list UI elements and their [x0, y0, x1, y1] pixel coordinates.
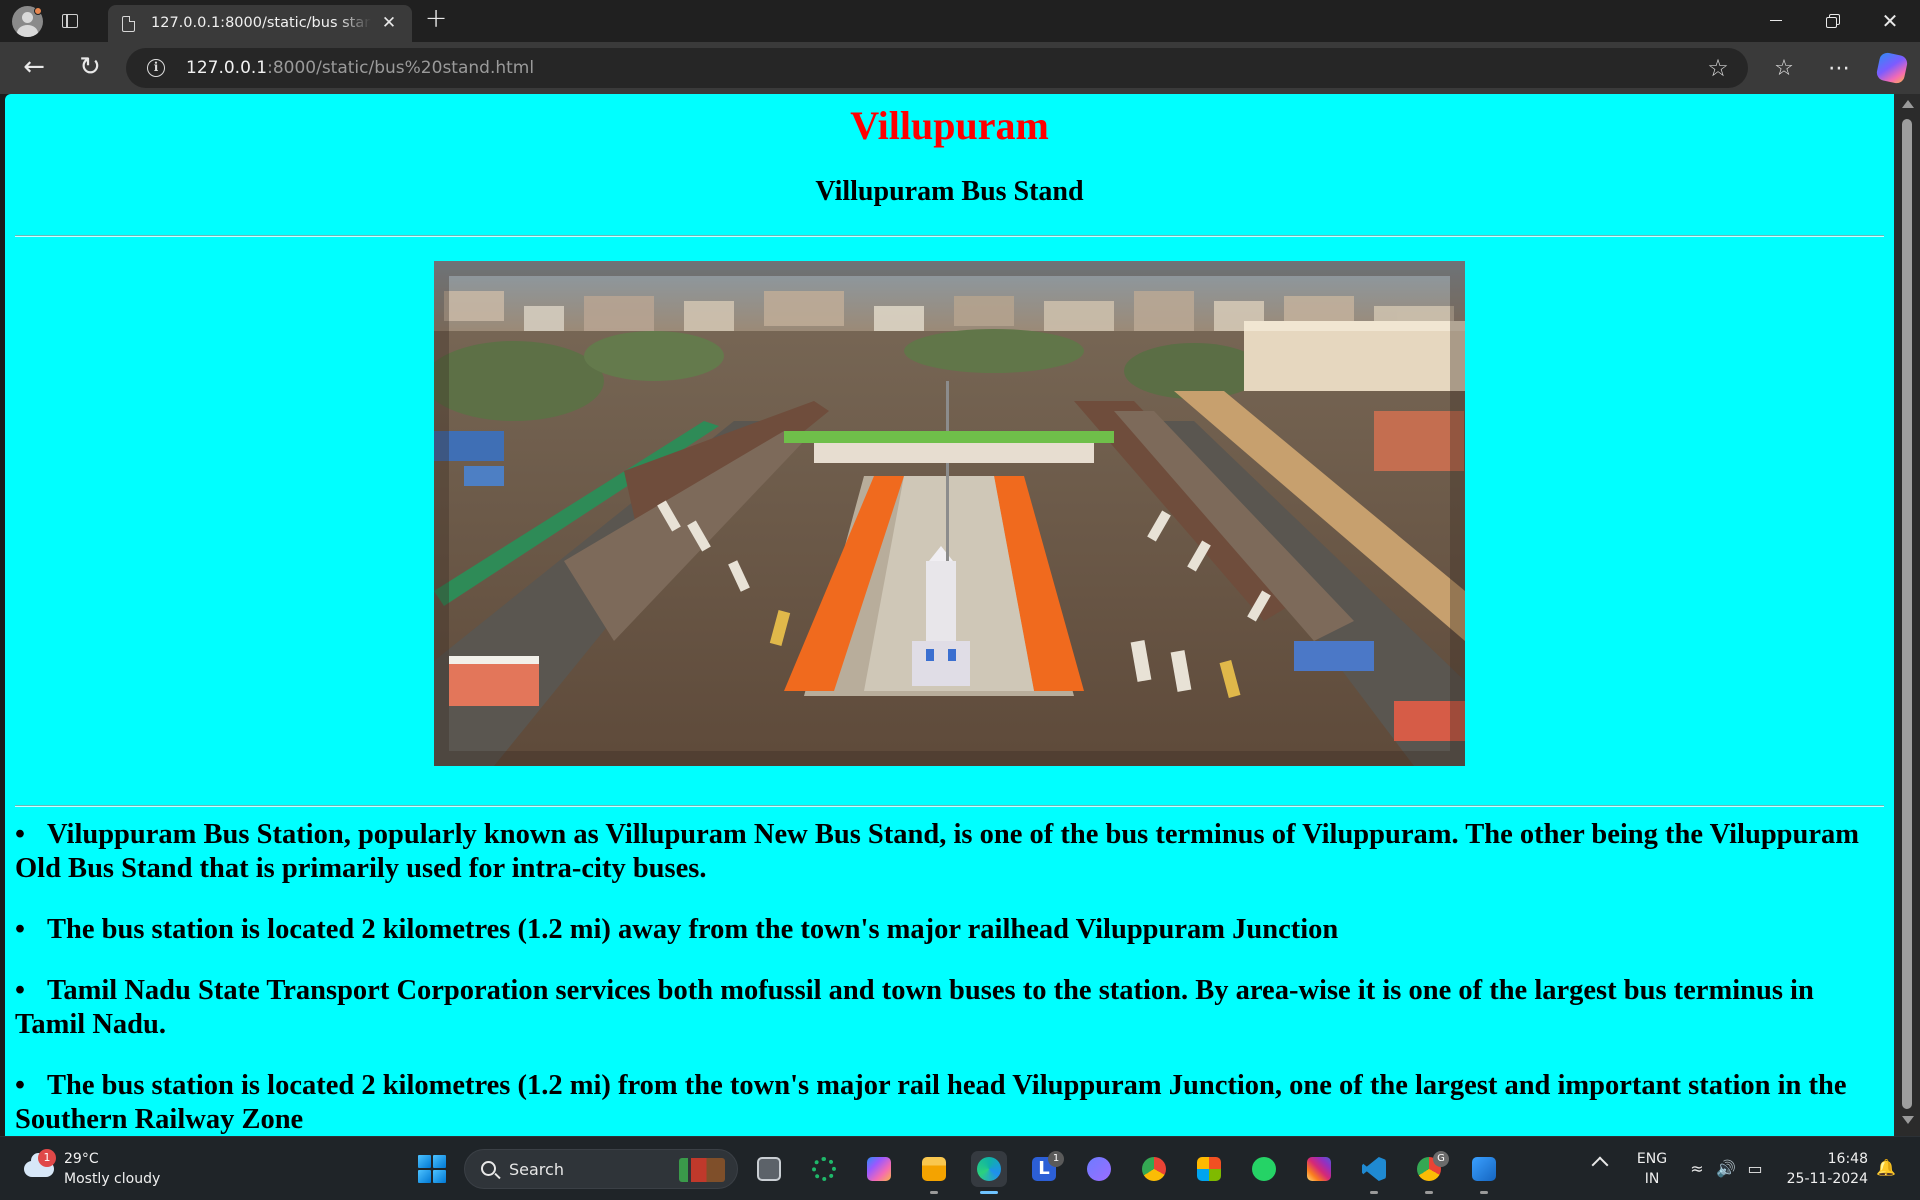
app-running-indicator	[930, 1191, 938, 1194]
search-label: Search	[509, 1160, 564, 1179]
search-icon	[481, 1161, 496, 1176]
favorite-star-icon[interactable]: ☆	[1704, 54, 1732, 82]
lens-badge: 1	[1048, 1151, 1064, 1167]
store-icon[interactable]	[1191, 1151, 1227, 1187]
bullet-marker: •	[15, 819, 25, 850]
list-item-text: The bus station is located 2 kilometres …	[47, 914, 1339, 945]
weather-condition: Mostly cloudy	[64, 1171, 161, 1187]
url-text[interactable]: 127.0.0.1:8000/static/bus%20stand.html	[186, 58, 534, 78]
list-item: • Tamil Nadu State Transport Corporation …	[15, 974, 1887, 1042]
scroll-down-icon[interactable]	[1902, 1116, 1914, 1124]
battery-icon[interactable]: ▭	[1745, 1159, 1765, 1179]
weather-badge: 1	[38, 1149, 56, 1167]
list-item-text: Viluppuram Bus Station, popularly known …	[15, 819, 1860, 884]
weather-temperature: 29°C	[64, 1151, 99, 1167]
app-active-indicator	[980, 1191, 998, 1194]
page-title: Villupuram	[850, 103, 1049, 148]
copilot-app-icon[interactable]	[861, 1151, 897, 1187]
tab-title: 127.0.0.1:8000/static/bus stand.html	[151, 15, 371, 31]
list-item-text: The bus station is located 2 kilometres …	[15, 1070, 1847, 1135]
page-icon	[122, 16, 135, 32]
page-viewport: Villupuram Villupuram Bus Stand • Vilupp…	[5, 94, 1894, 1136]
bullet-marker: •	[15, 975, 25, 1006]
url-host: 127.0.0.1	[186, 58, 268, 78]
chrome-icon[interactable]	[1136, 1151, 1172, 1187]
app-running-indicator	[1480, 1191, 1488, 1194]
page-subtitle: Villupuram Bus Stand	[815, 176, 1084, 207]
edge-icon[interactable]	[971, 1151, 1007, 1187]
chrome-profile-badge: G	[1433, 1151, 1449, 1167]
divider-top	[15, 235, 1884, 237]
clock-date: 25-11-2024	[1786, 1171, 1868, 1187]
divider-bottom	[15, 805, 1884, 807]
tab-actions-icon[interactable]	[60, 11, 80, 31]
title-bar: 127.0.0.1:8000/static/bus stand.html ✕ +…	[0, 0, 1920, 42]
list-item: • The bus station is located 2 kilometres…	[15, 1069, 1887, 1136]
back-icon[interactable]: ←	[20, 54, 48, 82]
browser-toolbar: ← ↻ i 127.0.0.1:8000/static/bus%20stand.…	[0, 42, 1920, 94]
favorites-icon[interactable]: ☆	[1769, 54, 1799, 84]
taskbar: 1 29°C Mostly cloudy Search L 1 G ENG IN…	[0, 1136, 1920, 1200]
refresh-icon[interactable]: ↻	[76, 54, 104, 82]
vector-app-icon[interactable]	[1081, 1151, 1117, 1187]
info-icon[interactable]: i	[147, 59, 165, 77]
window-close-icon[interactable]: ✕	[1862, 0, 1918, 42]
search-highlight-icon	[679, 1158, 725, 1182]
bus-stand-aerial-photo	[434, 261, 1465, 766]
more-icon[interactable]: ⋯	[1824, 54, 1854, 84]
app-running-indicator	[1370, 1191, 1378, 1194]
restore-icon[interactable]	[1805, 0, 1861, 42]
list-item: • Viluppuram Bus Station, popularly known…	[15, 818, 1887, 886]
minimize-icon[interactable]	[1748, 0, 1804, 42]
wifi-icon[interactable]: ≈	[1687, 1159, 1707, 1179]
taskbar-search[interactable]: Search	[464, 1149, 738, 1189]
scroll-up-icon[interactable]	[1902, 100, 1914, 108]
close-icon[interactable]: ✕	[380, 14, 398, 32]
app-running-indicator	[1425, 1191, 1433, 1194]
list-item-text: Tamil Nadu State Transport Corporation s…	[15, 975, 1814, 1040]
browser-tab[interactable]: 127.0.0.1:8000/static/bus stand.html ✕	[108, 5, 412, 42]
task-view-icon[interactable]	[751, 1151, 787, 1187]
bullet-marker: •	[15, 914, 25, 945]
page-scrollbar[interactable]	[1894, 94, 1920, 1136]
scrollbar-thumb[interactable]	[1902, 119, 1912, 1109]
copilot-ring-icon[interactable]	[806, 1151, 842, 1187]
instagram-icon[interactable]	[1301, 1151, 1337, 1187]
notification-bell-icon[interactable]: 🔔	[1876, 1159, 1896, 1177]
bus-stand-facts-list: • Viluppuram Bus Station, popularly known…	[15, 818, 1887, 1136]
whatsapp-icon[interactable]	[1246, 1151, 1282, 1187]
url-path: :8000/static/bus%20stand.html	[267, 58, 535, 78]
address-bar[interactable]: i 127.0.0.1:8000/static/bus%20stand.html…	[126, 48, 1748, 88]
volume-icon[interactable]: 🔊	[1716, 1159, 1736, 1179]
file-explorer-icon[interactable]	[916, 1151, 952, 1187]
bullet-marker: •	[15, 1070, 25, 1101]
list-item: • The bus station is located 2 kilometres…	[15, 913, 1887, 947]
start-button[interactable]	[418, 1155, 446, 1183]
vscode-icon[interactable]	[1356, 1151, 1392, 1187]
profile-status-dot	[34, 7, 42, 15]
clock-time: 16:48	[1827, 1151, 1868, 1167]
language-line2: IN	[1644, 1171, 1660, 1187]
photos-icon[interactable]	[1466, 1151, 1502, 1187]
language-line1: ENG	[1636, 1151, 1668, 1167]
chevron-up-icon[interactable]	[1591, 1156, 1609, 1174]
new-tab-icon[interactable]: +	[424, 5, 448, 32]
